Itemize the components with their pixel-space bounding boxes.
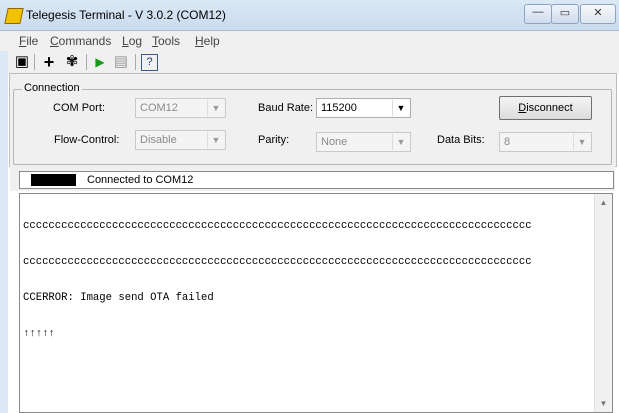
com-port-select[interactable]: COM12 ▼ (135, 98, 226, 118)
disconnect-button[interactable]: Disconnect (499, 96, 592, 120)
com-port-label: COM Port: (53, 102, 105, 114)
minimize-button[interactable]: — (524, 4, 552, 24)
minimize-icon: — (532, 6, 544, 18)
flow-control-label: Flow-Control: (54, 134, 120, 146)
menu-help[interactable]: Help (195, 34, 220, 48)
baud-rate-value: 115200 (321, 102, 357, 114)
chevron-down-icon: ▼ (573, 134, 590, 150)
toolbar: ▣ + ✾ ▶ ▤ ? (0, 51, 619, 73)
connection-group-label: Connection (22, 82, 82, 94)
add-icon[interactable]: + (40, 53, 58, 71)
vertical-scrollbar[interactable]: ▲ ▼ (594, 194, 612, 412)
window-edge (0, 51, 8, 413)
menu-log[interactable]: Log (122, 34, 142, 48)
maximize-button[interactable]: ▭ (551, 4, 579, 24)
console-line: ↑↑↑↑↑ (23, 328, 55, 340)
com-port-value: COM12 (140, 102, 178, 114)
baud-rate-label: Baud Rate: (258, 102, 314, 114)
close-button[interactable]: ✕ (580, 4, 616, 24)
connection-indicator (31, 174, 76, 186)
parity-select[interactable]: None ▼ (316, 132, 411, 152)
close-icon: ✕ (593, 7, 603, 19)
scroll-down-icon[interactable]: ▼ (595, 395, 612, 412)
telegesis-app-icon (4, 8, 24, 24)
console-line: cccccccccccccccccccccccccccccccccccccccc… (23, 220, 532, 232)
flow-control-select[interactable]: Disable ▼ (135, 130, 226, 150)
toolbar-separator (135, 54, 136, 70)
parity-label: Parity: (258, 134, 290, 146)
toolbar-separator (86, 54, 87, 70)
data-bits-select[interactable]: 8 ▼ (499, 132, 592, 152)
run-icon[interactable]: ▶ (91, 53, 109, 71)
script-icon[interactable]: ▤ (112, 53, 130, 71)
parity-value: None (321, 136, 348, 148)
chevron-down-icon: ▼ (392, 134, 409, 150)
menu-bar: File Commands Log Tools Help (0, 31, 619, 51)
data-bits-value: 8 (504, 136, 511, 148)
menu-tools[interactable]: Tools (152, 34, 180, 48)
console-line: CCERROR: Image send OTA failed (23, 292, 214, 304)
status-bar: Connected to COM12 (19, 171, 614, 189)
save-icon[interactable]: ▣ (13, 53, 31, 71)
console-line: cccccccccccccccccccccccccccccccccccccccc… (23, 256, 532, 268)
title-bar: Telegesis Terminal - V 3.0.2 (COM12) — ▭… (0, 0, 619, 31)
help-icon[interactable]: ? (141, 54, 158, 71)
console-lines: cccccccccccccccccccccccccccccccccccccccc… (23, 196, 593, 364)
window-title: Telegesis Terminal - V 3.0.2 (COM12) (26, 8, 226, 22)
chevron-down-icon: ▼ (392, 100, 409, 116)
baud-rate-select[interactable]: 115200 ▼ (316, 98, 411, 118)
terminal-output[interactable]: cccccccccccccccccccccccccccccccccccccccc… (19, 193, 613, 413)
menu-file[interactable]: File (19, 34, 38, 48)
status-text: Connected to COM12 (87, 174, 194, 186)
flow-control-value: Disable (140, 134, 177, 146)
scroll-up-icon[interactable]: ▲ (595, 194, 612, 211)
menu-commands[interactable]: Commands (50, 34, 111, 48)
data-bits-label: Data Bits: (437, 134, 485, 146)
chevron-down-icon: ▼ (207, 100, 224, 116)
tool-icon[interactable]: ✾ (63, 53, 81, 71)
toolbar-separator (34, 54, 35, 70)
maximize-icon: ▭ (559, 7, 571, 19)
chevron-down-icon: ▼ (207, 132, 224, 148)
